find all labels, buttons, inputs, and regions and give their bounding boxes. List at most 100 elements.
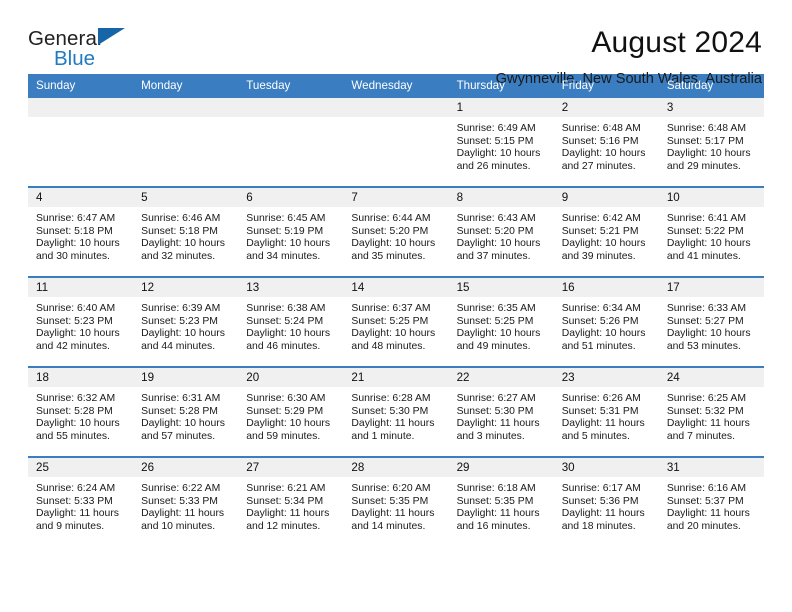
day-cell-inner: 6 Sunrise: 6:45 AM Sunset: 5:19 PM Daylight…	[238, 188, 344, 276]
calendar-week-row: 11 Sunrise: 6:40 AM Sunset: 5:23 PM Dayligh…	[28, 276, 764, 367]
calendar-day-cell[interactable]: 19 Sunrise: 6:31 AM Sunset: 5:28 PM Dayligh…	[133, 366, 239, 457]
calendar-day-cell[interactable]: 10 Sunrise: 6:41 AM Sunset: 5:22 PM Dayligh…	[658, 186, 764, 277]
calendar-day-cell[interactable]: 14 Sunrise: 6:37 AM Sunset: 5:25 PM Dayligh…	[343, 276, 449, 367]
calendar-day-cell-empty	[133, 98, 239, 187]
sunrise-time: Sunrise: 6:43 AM	[456, 213, 536, 224]
calendar-week-row: 4 Sunrise: 6:47 AM Sunset: 5:18 PM Daylight…	[28, 186, 764, 277]
sunrise-time: Sunrise: 6:21 AM	[246, 483, 326, 494]
daylight-duration-line1: Daylight: 11 hours	[36, 508, 119, 520]
sunset-time: Sunset: 5:18 PM	[141, 225, 218, 237]
sunrise-time: Sunrise: 6:37 AM	[351, 303, 431, 314]
calendar-day-cell[interactable]: 25 Sunrise: 6:24 AM Sunset: 5:33 PM Dayligh…	[28, 456, 134, 546]
sunrise-time: Sunrise: 6:17 AM	[561, 483, 641, 494]
calendar-day-cell[interactable]: 30 Sunrise: 6:17 AM Sunset: 5:36 PM Dayligh…	[553, 456, 659, 546]
daylight-duration-line1: Daylight: 10 hours	[561, 148, 646, 160]
day-cell-inner: 1 Sunrise: 6:49 AM Sunset: 5:15 PM Daylight…	[448, 98, 554, 186]
day-number: 21	[343, 368, 449, 387]
calendar-day-cell[interactable]: 27 Sunrise: 6:21 AM Sunset: 5:34 PM Dayligh…	[238, 456, 344, 546]
daylight-duration-line1: Daylight: 10 hours	[36, 418, 120, 430]
calendar-day-cell[interactable]: 23 Sunrise: 6:26 AM Sunset: 5:31 PM Dayligh…	[553, 366, 659, 457]
calendar-day-cell[interactable]: 17 Sunrise: 6:33 AM Sunset: 5:27 PM Dayligh…	[658, 276, 764, 367]
calendar-day-cell[interactable]: 18 Sunrise: 6:32 AM Sunset: 5:28 PM Dayligh…	[28, 366, 134, 457]
daylight-duration-line2: and 26 minutes.	[456, 161, 531, 173]
calendar-day-cell[interactable]: 21 Sunrise: 6:28 AM Sunset: 5:30 PM Dayligh…	[343, 366, 449, 457]
calendar-day-cell[interactable]: 9 Sunrise: 6:42 AM Sunset: 5:21 PM Daylight…	[553, 186, 659, 277]
day-cell-inner: 22 Sunrise: 6:27 AM Sunset: 5:30 PM Dayligh…	[448, 368, 554, 456]
brand-logo[interactable]: General Blue	[28, 26, 148, 69]
calendar-day-cell[interactable]: 1 Sunrise: 6:49 AM Sunset: 5:15 PM Daylight…	[448, 98, 554, 187]
sunset-time: Sunset: 5:23 PM	[141, 315, 218, 327]
sunset-time: Sunset: 5:19 PM	[246, 225, 324, 237]
calendar-day-cell[interactable]: 13 Sunrise: 6:38 AM Sunset: 5:24 PM Dayligh…	[238, 276, 344, 367]
day-number: 22	[448, 368, 554, 387]
day-number	[238, 98, 344, 117]
day-number: 1	[448, 98, 554, 117]
day-cell-inner: 11 Sunrise: 6:40 AM Sunset: 5:23 PM Dayligh…	[28, 278, 134, 366]
day-sun-info: Sunrise: 6:16 AM Sunset: 5:37 PM Daylight:…	[659, 477, 764, 534]
sunset-time: Sunset: 5:20 PM	[456, 225, 534, 237]
day-sun-info: Sunrise: 6:44 AM Sunset: 5:20 PM Daylight:…	[343, 207, 448, 264]
calendar-day-cell[interactable]: 11 Sunrise: 6:40 AM Sunset: 5:23 PM Dayligh…	[28, 276, 134, 367]
sunset-time: Sunset: 5:23 PM	[36, 315, 113, 327]
daylight-duration-line2: and 49 minutes.	[456, 341, 531, 353]
sunset-time: Sunset: 5:29 PM	[246, 405, 324, 417]
day-sun-info: Sunrise: 6:47 AM Sunset: 5:18 PM Daylight:…	[28, 207, 133, 264]
daylight-duration-line2: and 30 minutes.	[36, 251, 110, 263]
calendar-day-cell[interactable]: 4 Sunrise: 6:47 AM Sunset: 5:18 PM Daylight…	[28, 186, 134, 277]
day-sun-info: Sunrise: 6:27 AM Sunset: 5:30 PM Daylight:…	[449, 387, 554, 444]
calendar-day-cell[interactable]: 16 Sunrise: 6:34 AM Sunset: 5:26 PM Dayligh…	[553, 276, 659, 367]
calendar-day-cell[interactable]: 31 Sunrise: 6:16 AM Sunset: 5:37 PM Dayligh…	[658, 456, 764, 546]
day-number: 9	[553, 188, 659, 207]
calendar-day-cell[interactable]: 24 Sunrise: 6:25 AM Sunset: 5:32 PM Dayligh…	[658, 366, 764, 457]
daylight-duration-line1: Daylight: 10 hours	[666, 238, 751, 250]
sunrise-time: Sunrise: 6:49 AM	[456, 123, 536, 134]
day-sun-info: Sunrise: 6:38 AM Sunset: 5:24 PM Daylight:…	[238, 297, 343, 354]
page-header: General Blue August 2024 Gwynneville, Ne…	[28, 0, 764, 87]
sunrise-time: Sunrise: 6:48 AM	[666, 123, 746, 134]
page-subtitle: Gwynneville, New South Wales, Australia	[495, 71, 762, 87]
daylight-duration-line2: and 59 minutes.	[246, 431, 321, 443]
sunset-time: Sunset: 5:27 PM	[666, 315, 744, 327]
sunrise-time: Sunrise: 6:41 AM	[666, 213, 746, 224]
sunset-time: Sunset: 5:33 PM	[141, 495, 218, 507]
brand-name-blue: Blue	[54, 47, 96, 70]
calendar-week-row: 18 Sunrise: 6:32 AM Sunset: 5:28 PM Dayligh…	[28, 366, 764, 457]
calendar-day-cell[interactable]: 5 Sunrise: 6:46 AM Sunset: 5:18 PM Daylight…	[133, 186, 239, 277]
day-number: 24	[658, 368, 764, 387]
calendar-day-cell[interactable]: 7 Sunrise: 6:44 AM Sunset: 5:20 PM Daylight…	[343, 186, 449, 277]
day-sun-info: Sunrise: 6:31 AM Sunset: 5:28 PM Daylight:…	[133, 387, 238, 444]
sunset-time: Sunset: 5:30 PM	[351, 405, 429, 417]
calendar-day-cell[interactable]: 3 Sunrise: 6:48 AM Sunset: 5:17 PM Daylight…	[658, 98, 764, 187]
calendar-day-cell[interactable]: 15 Sunrise: 6:35 AM Sunset: 5:25 PM Dayligh…	[448, 276, 554, 367]
day-number: 29	[448, 458, 554, 477]
day-number: 5	[133, 188, 239, 207]
sunrise-time: Sunrise: 6:28 AM	[351, 393, 431, 404]
calendar-day-cell[interactable]: 6 Sunrise: 6:45 AM Sunset: 5:19 PM Daylight…	[238, 186, 344, 277]
daylight-duration-line1: Daylight: 10 hours	[666, 328, 751, 340]
daylight-duration-line2: and 7 minutes.	[666, 431, 736, 443]
sunrise-time: Sunrise: 6:45 AM	[246, 213, 326, 224]
calendar-day-cell[interactable]: 12 Sunrise: 6:39 AM Sunset: 5:23 PM Dayligh…	[133, 276, 239, 367]
sunset-time: Sunset: 5:20 PM	[351, 225, 429, 237]
calendar-day-cell[interactable]: 8 Sunrise: 6:43 AM Sunset: 5:20 PM Daylight…	[448, 186, 554, 277]
day-number: 30	[553, 458, 659, 477]
day-number: 31	[658, 458, 764, 477]
daylight-duration-line2: and 53 minutes.	[666, 341, 741, 353]
daylight-duration-line1: Daylight: 11 hours	[666, 418, 750, 430]
calendar-day-cell[interactable]: 22 Sunrise: 6:27 AM Sunset: 5:30 PM Dayligh…	[448, 366, 554, 457]
calendar-day-cell[interactable]: 28 Sunrise: 6:20 AM Sunset: 5:35 PM Dayligh…	[343, 456, 449, 546]
calendar-day-cell[interactable]: 26 Sunrise: 6:22 AM Sunset: 5:33 PM Dayligh…	[133, 456, 239, 546]
day-number: 14	[343, 278, 449, 297]
daylight-duration-line2: and 32 minutes.	[141, 251, 216, 263]
daylight-duration-line2: and 41 minutes.	[666, 251, 741, 263]
day-number: 8	[448, 188, 554, 207]
sunset-time: Sunset: 5:26 PM	[561, 315, 639, 327]
calendar-day-cell[interactable]: 20 Sunrise: 6:30 AM Sunset: 5:29 PM Dayligh…	[238, 366, 344, 457]
calendar-day-cell[interactable]: 2 Sunrise: 6:48 AM Sunset: 5:16 PM Daylight…	[553, 98, 659, 187]
day-number: 27	[238, 458, 344, 477]
day-sun-info: Sunrise: 6:20 AM Sunset: 5:35 PM Daylight:…	[343, 477, 448, 534]
day-number: 6	[238, 188, 344, 207]
calendar-day-cell[interactable]: 29 Sunrise: 6:18 AM Sunset: 5:35 PM Dayligh…	[448, 456, 554, 546]
daylight-duration-line1: Daylight: 11 hours	[351, 508, 435, 520]
daylight-duration-line1: Daylight: 11 hours	[666, 508, 750, 520]
